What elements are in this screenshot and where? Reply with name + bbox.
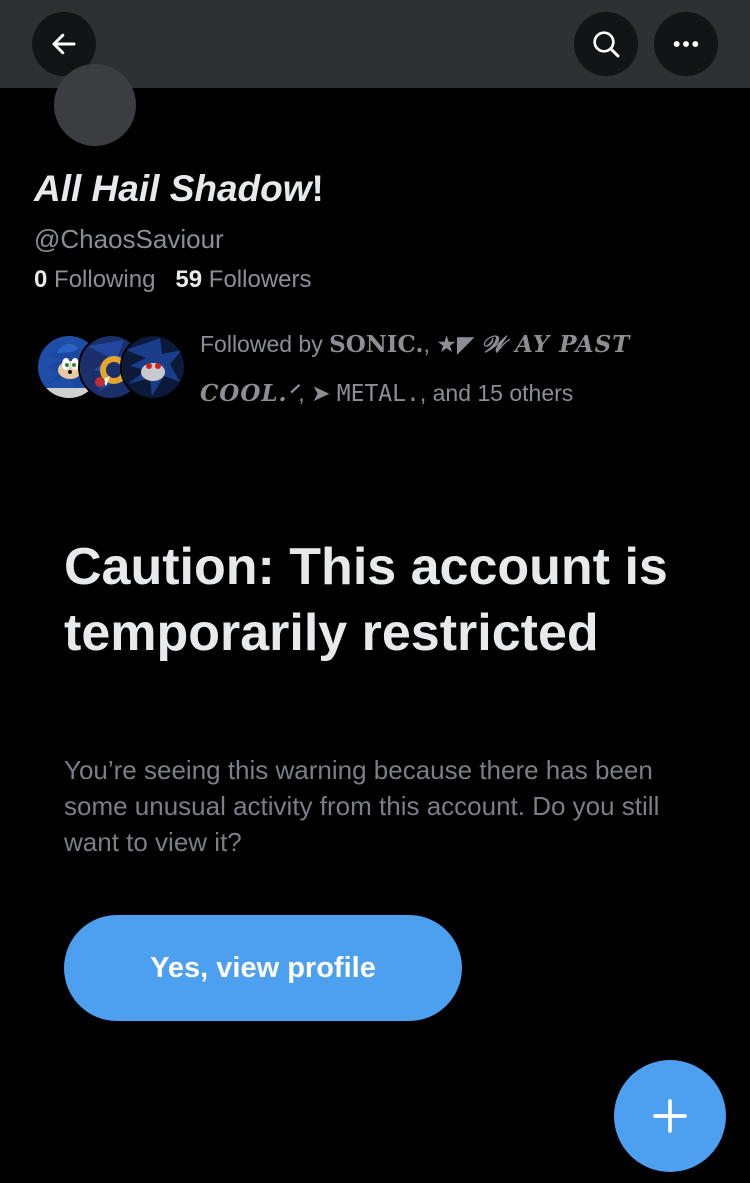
followed-by-suffix: , and 15 others	[419, 380, 574, 406]
following-label: Following	[54, 266, 156, 293]
follow-stats: 0 Following 59 Followers	[34, 266, 312, 294]
mutual-followers-avatars[interactable]	[36, 334, 186, 400]
caution-body: You’re seeing this warning because there…	[64, 755, 660, 857]
display-name-text: All Hail Shadow	[34, 168, 312, 209]
follower-name-3: METAL.	[336, 381, 420, 407]
separator-2: ,	[298, 380, 305, 406]
display-name-suffix: !	[311, 168, 324, 209]
follower-name-3-symbol: ➤	[311, 380, 331, 406]
followers-label: Followers	[208, 266, 312, 293]
followers-count: 59	[175, 266, 203, 293]
plus-icon	[653, 1099, 687, 1133]
more-options-button[interactable]	[654, 12, 718, 76]
user-handle: @ChaosSaviour	[34, 224, 224, 254]
followed-by-text[interactable]: Followed by SONIC., ★◤ 𝒲 AY PAST COOL.ᐟ,…	[200, 320, 710, 418]
following-link[interactable]: 0 Following	[34, 266, 155, 293]
follower-name-2-symbol: ★◤	[436, 331, 475, 357]
separator-1: ,	[423, 331, 430, 357]
mutual-avatar-3	[120, 334, 186, 400]
followed-by-prefix: Followed by	[200, 331, 323, 357]
follower-name-1: SONIC.	[329, 331, 424, 358]
followers-link[interactable]: 59 Followers	[175, 266, 311, 293]
more-horizontal-icon	[673, 41, 699, 47]
arrow-left-icon	[52, 33, 76, 55]
profile-avatar[interactable]	[54, 64, 136, 146]
caution-title: Caution: This account is temporarily res…	[64, 538, 668, 662]
search-button[interactable]	[574, 12, 638, 76]
following-count: 0	[34, 266, 48, 293]
display-name: All Hail Shadow!	[34, 168, 324, 210]
search-icon	[593, 31, 620, 58]
compose-fab-button[interactable]	[614, 1060, 726, 1172]
view-profile-button[interactable]: Yes, view profile	[64, 915, 462, 1021]
